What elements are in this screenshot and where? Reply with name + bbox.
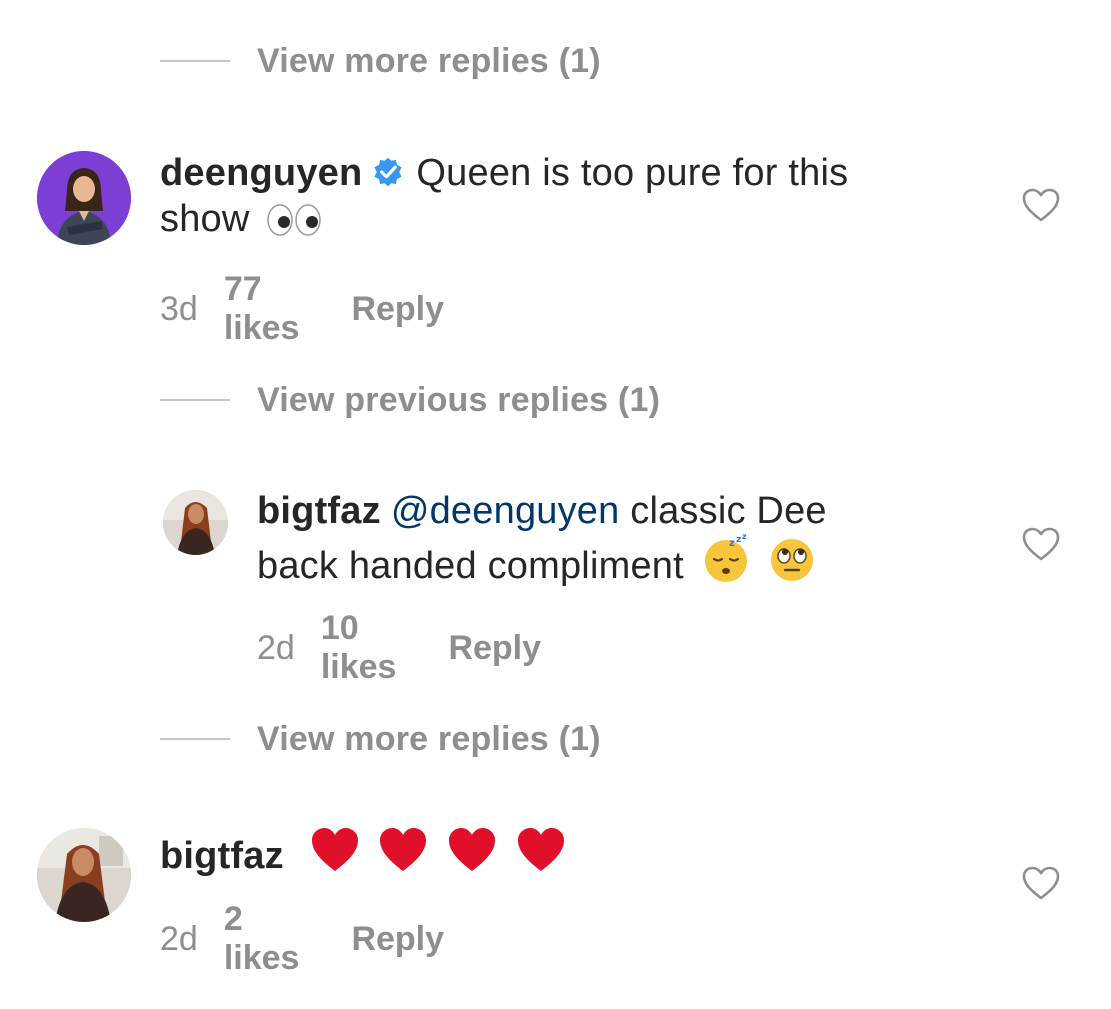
eye-roll-emoji-icon [771,539,814,581]
thread-line [160,399,230,401]
view-more-replies-button[interactable]: View more replies (1) [160,41,601,81]
comment-meta: 2d 10 likes Reply [257,609,541,687]
sleeping-face-emoji-icon: z z z [704,534,747,582]
likes-count[interactable]: 10 likes [321,609,397,687]
red-heart-emoji-icon [380,828,427,871]
thread-line [160,738,230,740]
avatar-illustration [37,151,131,245]
eyes-emoji-icon [267,204,322,236]
comment-time: 2d [257,628,295,667]
like-heart-icon[interactable] [1021,526,1061,562]
comment-text: bigtfaz [160,826,980,879]
comment-body-line2: back handed compliment [257,545,684,587]
view-more-replies-button[interactable]: View more replies (1) [160,719,601,759]
comment-meta: 2d 2 likes Reply [160,900,444,978]
likes-count[interactable]: 77 likes [224,270,300,348]
comment-time: 3d [160,289,198,328]
comment-body: classic Dee [630,490,827,532]
username[interactable]: deenguyen [160,152,362,194]
comment-time: 2d [160,919,198,958]
verified-badge-icon [374,157,403,187]
comment-text: deenguyen Queen is too pure for this sho… [160,150,980,242]
reply-button[interactable]: Reply [448,629,541,668]
view-more-replies-label: View more replies (1) [257,719,601,758]
like-heart-icon[interactable] [1021,187,1061,223]
view-more-replies-label: View more replies (1) [257,41,601,80]
username[interactable]: bigtfaz [257,490,381,532]
mention-link[interactable]: @deenguyen [391,490,620,532]
avatar-photo [163,490,228,555]
avatar[interactable] [37,151,131,245]
avatar-photo [37,828,131,922]
red-heart-emoji-icon [311,828,358,871]
comment-meta: 3d 77 likes Reply [160,270,444,348]
comment-body-line2: show [160,198,250,240]
comment-text: bigtfaz @deenguyen classic Dee back hande… [257,488,977,589]
reply-button[interactable]: Reply [351,920,444,959]
thread-line [160,60,230,62]
view-previous-replies-button[interactable]: View previous replies (1) [160,380,660,420]
view-previous-replies-label: View previous replies (1) [257,380,661,419]
red-heart-emoji-icon [449,828,496,871]
avatar[interactable] [163,490,228,555]
username[interactable]: bigtfaz [160,835,284,877]
red-heart-emoji-icon [517,828,564,871]
comment-body: Queen is too pure for this [416,152,849,194]
svg-text:z: z [729,538,735,549]
avatar[interactable] [37,828,131,922]
svg-text:z: z [742,534,747,541]
likes-count[interactable]: 2 likes [224,900,300,978]
like-heart-icon[interactable] [1021,865,1061,901]
reply-button[interactable]: Reply [351,290,444,329]
svg-text:z: z [736,535,741,545]
